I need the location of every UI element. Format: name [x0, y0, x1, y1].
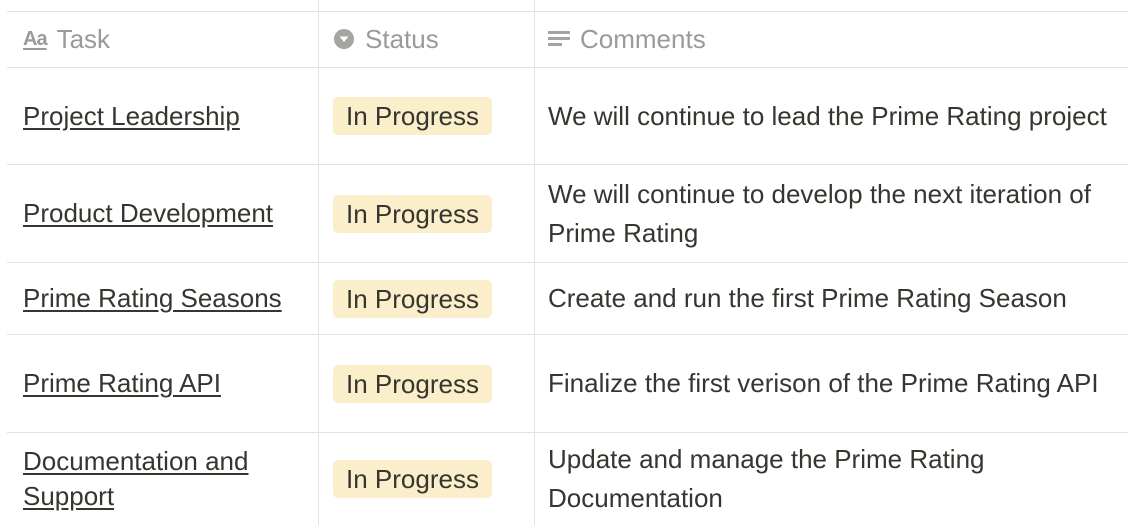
- table-row-status-cell[interactable]: In Progress: [319, 433, 534, 525]
- column-header-label: Task: [56, 23, 111, 54]
- table-row-task-cell[interactable]: Product Development: [8, 165, 318, 262]
- task-link[interactable]: Project Leadership: [23, 99, 240, 134]
- table-row-comment-cell[interactable]: Create and run the first Prime Rating Se…: [535, 263, 1128, 334]
- comment-text: We will continue to lead the Prime Ratin…: [548, 100, 1107, 131]
- status-badge: In Progress: [333, 194, 492, 233]
- comment-text: Create and run the first Prime Rating Se…: [548, 283, 1067, 313]
- table-row-comment-cell[interactable]: We will continue to develop the next ite…: [535, 165, 1128, 262]
- comment-text: Finalize the first verison of the Prime …: [548, 368, 1099, 398]
- status-dropdown-icon: [333, 28, 355, 50]
- table-row-comment-cell[interactable]: Update and manage the Prime Rating Docum…: [535, 433, 1128, 525]
- column-header-comments[interactable]: Comments: [535, 11, 1128, 67]
- status-badge: In Progress: [333, 279, 492, 318]
- text-property-icon: Aa: [23, 27, 48, 50]
- table-row-status-cell[interactable]: In Progress: [319, 335, 534, 432]
- comment-text: Update and manage the Prime Rating Docum…: [548, 444, 985, 513]
- database-table: Aa Task Status Comments Project Leadersh…: [0, 0, 1128, 525]
- status-badge: In Progress: [333, 460, 492, 498]
- column-header-status[interactable]: Status: [319, 11, 534, 67]
- table-row-task-cell[interactable]: Project Leadership: [8, 68, 318, 164]
- status-badge: In Progress: [333, 97, 492, 135]
- task-link[interactable]: Prime Rating API: [23, 366, 221, 401]
- column-header-label: Status: [365, 23, 439, 54]
- table-row-task-cell[interactable]: Prime Rating Seasons: [8, 263, 318, 334]
- table-row-status-cell[interactable]: In Progress: [319, 263, 534, 334]
- table-row-task-cell[interactable]: Documentation and Support: [8, 433, 318, 525]
- task-link[interactable]: Prime Rating Seasons: [23, 281, 282, 316]
- comment-text: We will continue to develop the next ite…: [548, 178, 1091, 248]
- table-row-status-cell[interactable]: In Progress: [319, 165, 534, 262]
- table-row-task-cell[interactable]: Prime Rating API: [8, 335, 318, 432]
- table-row-comment-cell[interactable]: Finalize the first verison of the Prime …: [535, 335, 1128, 432]
- table-row-status-cell[interactable]: In Progress: [319, 68, 534, 164]
- table-row-comment-cell[interactable]: We will continue to lead the Prime Ratin…: [535, 68, 1128, 164]
- task-link[interactable]: Product Development: [23, 196, 273, 231]
- status-badge: In Progress: [333, 364, 492, 403]
- column-header-task[interactable]: Aa Task: [8, 11, 318, 67]
- column-header-label: Comments: [580, 23, 706, 54]
- text-lines-icon: [548, 30, 570, 48]
- task-link[interactable]: Documentation and Support: [23, 444, 318, 514]
